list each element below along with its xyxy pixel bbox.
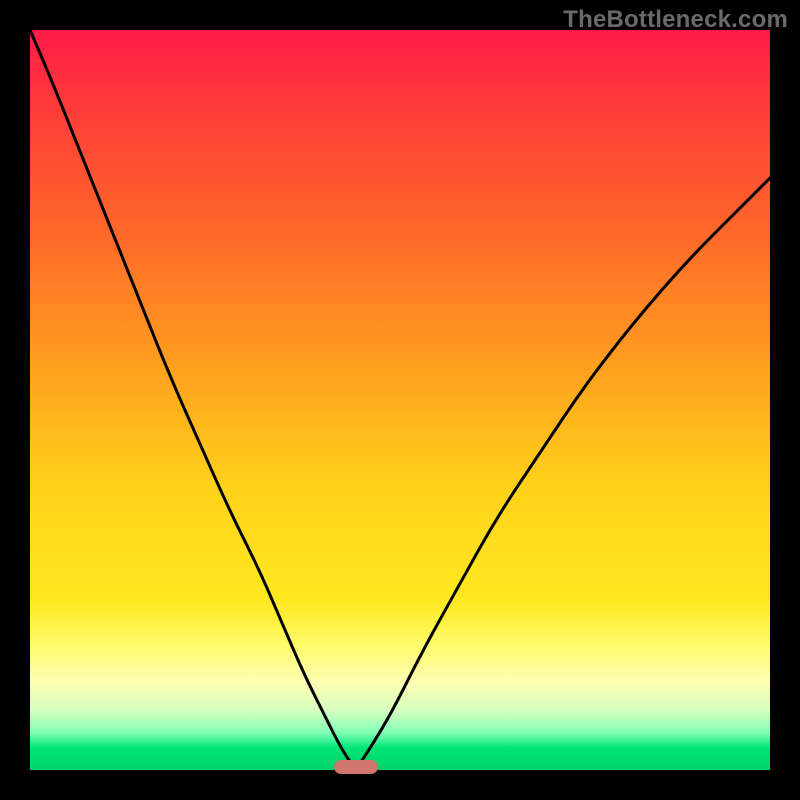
- plot-area: [30, 30, 770, 770]
- optimum-marker: [334, 760, 378, 774]
- watermark-text: TheBottleneck.com: [563, 6, 788, 34]
- bottleneck-curve: [30, 30, 770, 770]
- chart-stage: TheBottleneck.com: [0, 0, 800, 800]
